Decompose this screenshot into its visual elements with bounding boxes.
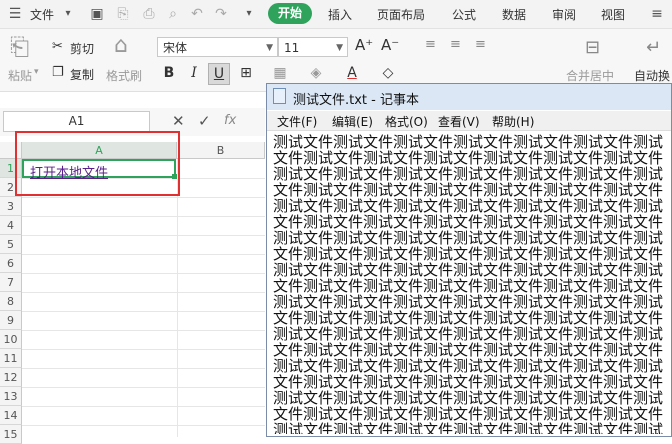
italic-icon[interactable]: I	[184, 63, 204, 83]
notepad-menu-view[interactable]: 查看(V)	[438, 113, 480, 130]
hamburger-icon[interactable]: ☰	[6, 5, 24, 23]
grid-line	[22, 292, 265, 293]
format-painter-icon[interactable]: ⌂	[114, 33, 128, 58]
print-icon[interactable]: ⎙	[140, 5, 158, 23]
font-name-select[interactable]: 宋体 ▼	[157, 37, 278, 57]
tab-review[interactable]: 审阅	[552, 6, 576, 23]
scissors-icon: ✂	[52, 39, 63, 54]
row-header-10[interactable]: 10	[0, 330, 22, 349]
notepad-icon	[273, 88, 286, 104]
align-bottom-icon[interactable]: ≡	[475, 37, 486, 52]
chevron-down-icon: ▼	[266, 43, 273, 53]
wrap-text-button[interactable]: 自动换	[634, 67, 670, 84]
undo-icon[interactable]: ↶	[188, 5, 206, 23]
column-header-b[interactable]: B	[177, 142, 265, 159]
grid-line	[22, 311, 265, 312]
notepad-window: 测试文件.txt - 记事本 文件(F) 编辑(E) 格式(O) 查看(V) 帮…	[266, 83, 672, 437]
export-icon[interactable]: ⎘	[114, 5, 132, 23]
function-icon[interactable]: fx	[224, 113, 236, 128]
fill-color-icon[interactable]: ◈	[306, 63, 326, 83]
notepad-title: 测试文件.txt - 记事本	[293, 93, 419, 108]
grid-line	[22, 254, 265, 255]
notepad-menu-format[interactable]: 格式(O)	[385, 113, 428, 130]
grid-line	[22, 387, 265, 388]
save-icon[interactable]: ▣	[88, 5, 106, 23]
wrap-text-icon[interactable]: ↵	[646, 37, 661, 58]
notepad-title-bar[interactable]: 测试文件.txt - 记事本	[267, 84, 671, 110]
format-painter-button[interactable]: 格式刷	[106, 67, 142, 84]
row-header-12[interactable]: 12	[0, 368, 22, 387]
row-header-7[interactable]: 7	[0, 273, 22, 292]
chevron-down-icon[interactable]: ▾	[59, 5, 77, 23]
cell-reference: A1	[68, 114, 85, 128]
merge-center-icon[interactable]: ⊟	[585, 37, 600, 58]
row-header-8[interactable]: 8	[0, 292, 22, 311]
row-header-6[interactable]: 6	[0, 254, 22, 273]
cut-button[interactable]: 剪切	[70, 40, 94, 57]
notepad-menu-bar: 文件(F) 编辑(E) 格式(O) 查看(V) 帮助(H)	[267, 111, 671, 131]
grid-line	[22, 273, 265, 274]
align-top-icon[interactable]: ≡	[425, 37, 436, 52]
font-size-select[interactable]: 11 ▼	[278, 37, 348, 57]
tab-insert[interactable]: 插入	[328, 6, 352, 23]
notepad-menu-help[interactable]: 帮助(H)	[492, 113, 534, 130]
tab-data[interactable]: 数据	[502, 6, 526, 23]
grid-line	[22, 349, 265, 350]
paste-chevron-icon[interactable]: ▾	[34, 67, 39, 77]
underline-icon[interactable]: U	[208, 63, 230, 85]
name-box[interactable]: A1	[3, 111, 150, 132]
notepad-menu-edit[interactable]: 编辑(E)	[332, 113, 373, 130]
font-color-icon[interactable]: A	[342, 63, 362, 83]
font-name-value: 宋体	[163, 41, 188, 55]
font-size-value: 11	[284, 41, 300, 55]
paste-button[interactable]: 粘贴	[8, 67, 32, 84]
tab-view[interactable]: 视图	[601, 6, 625, 23]
row-header-11[interactable]: 11	[0, 349, 22, 368]
decrease-font-icon[interactable]: A⁻	[381, 36, 399, 54]
notepad-text-area[interactable]: 测试文件测试文件测试文件测试文件测试文件测试文件测试文件测试文件测试文件测试文件…	[273, 134, 671, 434]
cancel-icon[interactable]: ✕	[172, 112, 185, 130]
copy-icon: ❐	[52, 65, 64, 80]
print-preview-icon[interactable]: ⌕	[164, 5, 182, 23]
confirm-icon[interactable]: ✓	[198, 112, 211, 130]
row-header-4[interactable]: 4	[0, 216, 22, 235]
row-header-14[interactable]: 14	[0, 406, 22, 425]
border-icon[interactable]: ⊞	[236, 63, 256, 83]
row-header-3[interactable]: 3	[0, 197, 22, 216]
customize-chevron-icon[interactable]: ▾	[240, 5, 258, 23]
grid-line	[22, 216, 265, 217]
fill-pattern-icon[interactable]: ▦	[270, 63, 290, 83]
increase-font-icon[interactable]: A⁺	[355, 36, 373, 54]
grid-line	[22, 235, 265, 236]
row-header-13[interactable]: 13	[0, 387, 22, 406]
eraser-icon[interactable]: ◇	[378, 63, 398, 83]
row-header-9[interactable]: 9	[0, 311, 22, 330]
merge-center-button[interactable]: 合并居中	[566, 67, 614, 84]
grid-line	[22, 330, 265, 331]
align-middle-icon[interactable]: ≡	[450, 37, 461, 52]
bold-icon[interactable]: B	[159, 63, 179, 83]
paste-icon[interactable]: ⎗	[10, 33, 29, 61]
grid-line	[22, 425, 265, 426]
row-header-15[interactable]: 15	[0, 425, 22, 444]
tab-start[interactable]: 开始	[268, 3, 312, 24]
copy-button[interactable]: 复制	[70, 66, 94, 83]
grid-line	[177, 159, 178, 437]
tab-formula[interactable]: 公式	[452, 6, 476, 23]
highlight-box	[15, 131, 180, 196]
row-header-5[interactable]: 5	[0, 235, 22, 254]
grid-line	[22, 197, 265, 198]
menu-bar: ☰ 文件 ▾ ▣ ⎘ ⎙ ⌕ ↶ ↷ ▾ 开始 插入 页面布局 公式 数据 审阅…	[0, 0, 672, 29]
more-icon[interactable]: ≡	[648, 5, 666, 23]
grid-line	[22, 368, 265, 369]
notepad-menu-file[interactable]: 文件(F)	[277, 113, 317, 130]
grid-line	[22, 406, 265, 407]
redo-icon[interactable]: ↷	[212, 5, 230, 23]
chevron-down-icon: ▼	[336, 43, 343, 53]
file-menu[interactable]: 文件	[30, 6, 54, 23]
tab-page-layout[interactable]: 页面布局	[377, 6, 425, 23]
